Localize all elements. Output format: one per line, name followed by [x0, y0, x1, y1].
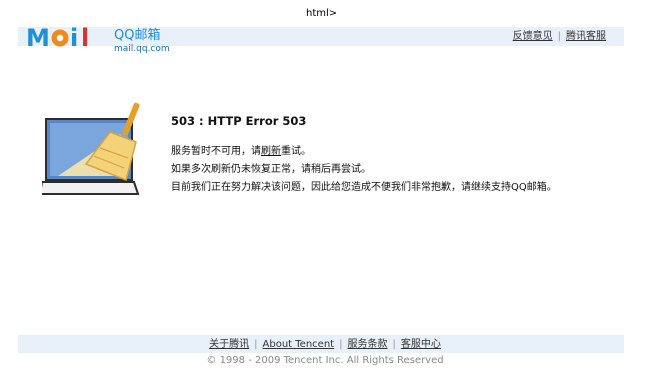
footer-link-separator: |	[254, 339, 258, 350]
error-message: 503 : HTTP Error 503 服务暂时不可用，请刷新重试。 如果多次…	[171, 114, 631, 197]
header-links: 反馈意见 | 腾讯客服	[513, 30, 606, 43]
error-title: 503 : HTTP Error 503	[171, 114, 307, 128]
qq-mail-logo-graphic: M i l QQ邮箱 mail.qq.com	[26, 24, 170, 54]
header-link-separator: |	[557, 31, 561, 42]
error-line-1: 服务暂时不可用，请刷新重试。	[171, 143, 631, 161]
refresh-link[interactable]: 刷新	[261, 146, 281, 157]
tencent-support-link[interactable]: 腾讯客服	[566, 31, 606, 42]
laptop-broom-icon	[38, 102, 140, 195]
broken-laptop-broom-illustration	[38, 102, 162, 200]
error-line-2: 如果多次刷新仍未恢复正常，请稍后再尝试。	[171, 164, 371, 175]
footer-link-separator: |	[339, 339, 343, 350]
error-line-1-prefix: 服务暂时不可用，请	[171, 146, 261, 157]
svg-text:mail.qq.com: mail.qq.com	[114, 44, 170, 54]
about-tencent-en-link[interactable]: About Tencent	[263, 339, 335, 350]
terms-of-service-link[interactable]: 服务条款	[347, 339, 387, 350]
error-page: html> M i l QQ邮箱 mail.qq.com 反馈意见 | 腾讯客服 5…	[0, 0, 650, 387]
error-line-1-suffix: 重试。	[281, 146, 311, 157]
about-tencent-cn-link[interactable]: 关于腾讯	[209, 339, 249, 350]
svg-text:l: l	[81, 24, 89, 52]
customer-service-link[interactable]: 客服中心	[401, 339, 441, 350]
qq-mail-logo[interactable]: M i l QQ邮箱 mail.qq.com	[26, 22, 186, 56]
footer-links: 关于腾讯 | About Tencent | 服务条款 | 客服中心	[0, 338, 650, 351]
feedback-link[interactable]: 反馈意见	[513, 31, 553, 42]
error-line-3: 目前我们正在努力解决该问题，因此给您造成不便我们非常抱歉，请继续支持QQ邮箱。	[171, 182, 557, 193]
svg-text:QQ邮箱: QQ邮箱	[114, 27, 160, 43]
svg-text:i: i	[70, 24, 78, 52]
svg-text:M: M	[26, 24, 50, 52]
stray-markup-text: html>	[306, 8, 338, 19]
footer-link-separator: |	[392, 339, 396, 350]
copyright-notice: © 1998 - 2009 Tencent Inc. All Rights Re…	[206, 355, 444, 366]
